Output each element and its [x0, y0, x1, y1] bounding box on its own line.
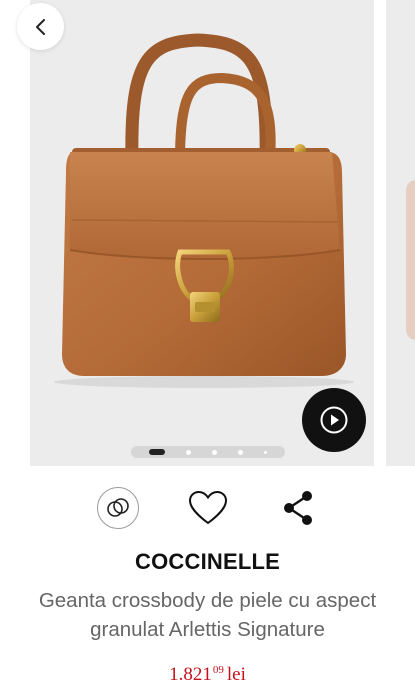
- price-currency: lei: [226, 664, 246, 685]
- product-brand[interactable]: COCCINELLE: [0, 549, 415, 575]
- next-image-preview: [406, 180, 415, 340]
- play-circle-icon: [320, 406, 348, 434]
- carousel-dot[interactable]: [149, 449, 166, 455]
- chevron-left-icon: [35, 18, 45, 35]
- play-video-button[interactable]: [302, 388, 366, 452]
- favorite-button[interactable]: [186, 486, 230, 530]
- compare-button[interactable]: [96, 486, 140, 530]
- share-button[interactable]: [276, 486, 320, 530]
- carousel-dot[interactable]: [211, 449, 217, 455]
- back-button[interactable]: [17, 3, 64, 50]
- price-decimals: 09: [212, 664, 224, 676]
- carousel-indicator: [131, 446, 285, 458]
- carousel-dot[interactable]: [237, 449, 243, 455]
- product-image-gallery[interactable]: [0, 0, 415, 466]
- share-icon: [284, 491, 312, 525]
- product-actions: [0, 486, 415, 530]
- product-title: Geanta crossbody de piele cu aspect gran…: [38, 589, 377, 641]
- compare-button-ring: [97, 487, 139, 529]
- product-price: 1.82109 lei: [0, 664, 415, 686]
- product-image-next[interactable]: [386, 0, 415, 466]
- heart-icon: [188, 490, 228, 525]
- compare-rings-icon: [107, 498, 129, 517]
- price-main: 1.821: [169, 664, 212, 685]
- carousel-dot[interactable]: [263, 450, 267, 454]
- carousel-dot[interactable]: [186, 449, 192, 455]
